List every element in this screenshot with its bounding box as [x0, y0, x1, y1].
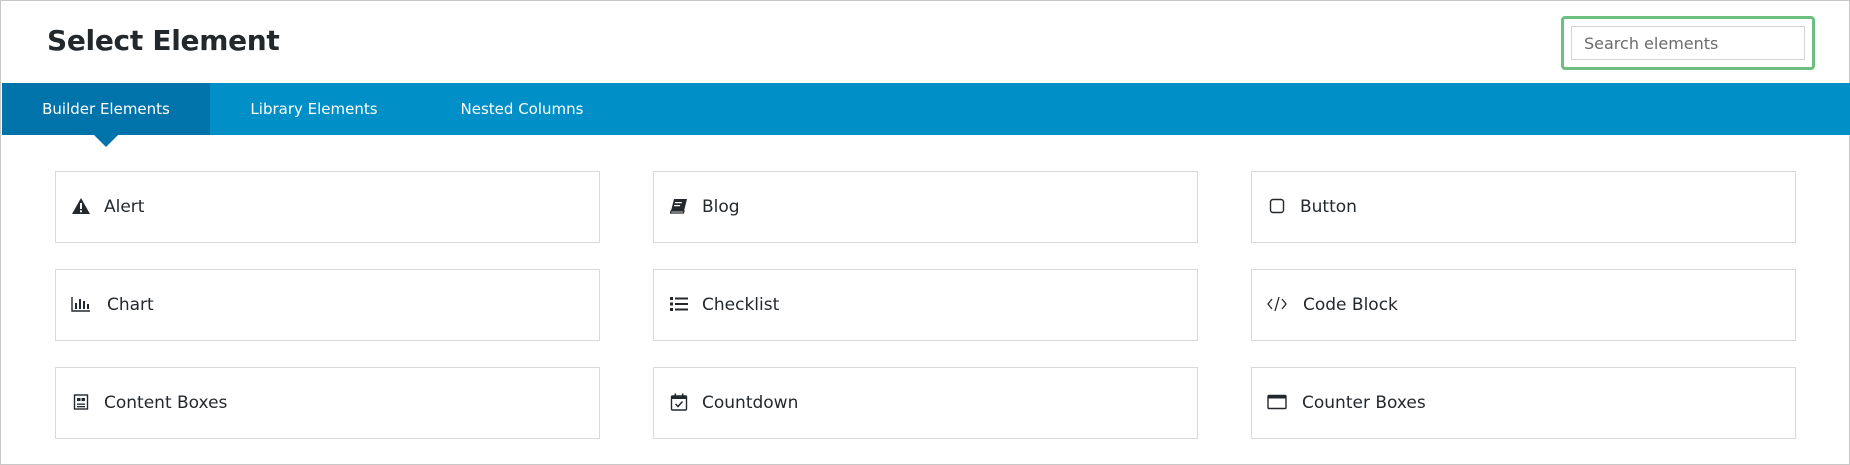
search-focus-ring	[1561, 16, 1815, 70]
element-label: Blog	[702, 197, 740, 217]
element-label: Button	[1300, 197, 1357, 217]
select-element-panel: Select Element Builder Elements Library …	[0, 0, 1850, 465]
element-label: Chart	[107, 295, 154, 315]
element-card-counter-boxes[interactable]: Counter Boxes	[1251, 367, 1796, 439]
window-icon	[1267, 392, 1287, 412]
element-card-button[interactable]: Button	[1251, 171, 1796, 243]
code-icon	[1267, 294, 1287, 314]
element-label: Content Boxes	[104, 393, 228, 413]
element-label: Countdown	[702, 393, 799, 413]
tab-builder-elements[interactable]: Builder Elements	[2, 83, 210, 135]
element-label: Alert	[104, 197, 145, 217]
element-card-alert[interactable]: Alert	[55, 171, 600, 243]
element-card-checklist[interactable]: Checklist	[653, 269, 1198, 341]
content-boxes-icon	[71, 392, 91, 412]
element-card-countdown[interactable]: Countdown	[653, 367, 1198, 439]
panel-header: Select Element	[2, 2, 1850, 82]
element-card-blog[interactable]: Blog	[653, 171, 1198, 243]
element-label: Code Block	[1303, 295, 1398, 315]
search-input[interactable]	[1571, 26, 1805, 60]
book-icon	[669, 196, 689, 216]
warning-icon	[71, 196, 91, 216]
element-label: Checklist	[702, 295, 780, 315]
list-icon	[669, 294, 689, 314]
element-card-code-block[interactable]: Code Block	[1251, 269, 1796, 341]
page-title: Select Element	[47, 24, 280, 57]
tab-library-elements[interactable]: Library Elements	[210, 83, 418, 135]
tab-label: Builder Elements	[42, 100, 170, 118]
tab-label: Nested Columns	[460, 100, 584, 118]
tab-label: Library Elements	[250, 100, 378, 118]
calendar-check-icon	[669, 392, 689, 412]
element-card-content-boxes[interactable]: Content Boxes	[55, 367, 600, 439]
tab-nested-columns[interactable]: Nested Columns	[418, 83, 626, 135]
element-card-chart[interactable]: Chart	[55, 269, 600, 341]
element-label: Counter Boxes	[1302, 393, 1426, 413]
tab-bar: Builder Elements Library Elements Nested…	[2, 83, 1850, 135]
bar-chart-icon	[71, 294, 91, 314]
square-icon	[1267, 196, 1287, 216]
